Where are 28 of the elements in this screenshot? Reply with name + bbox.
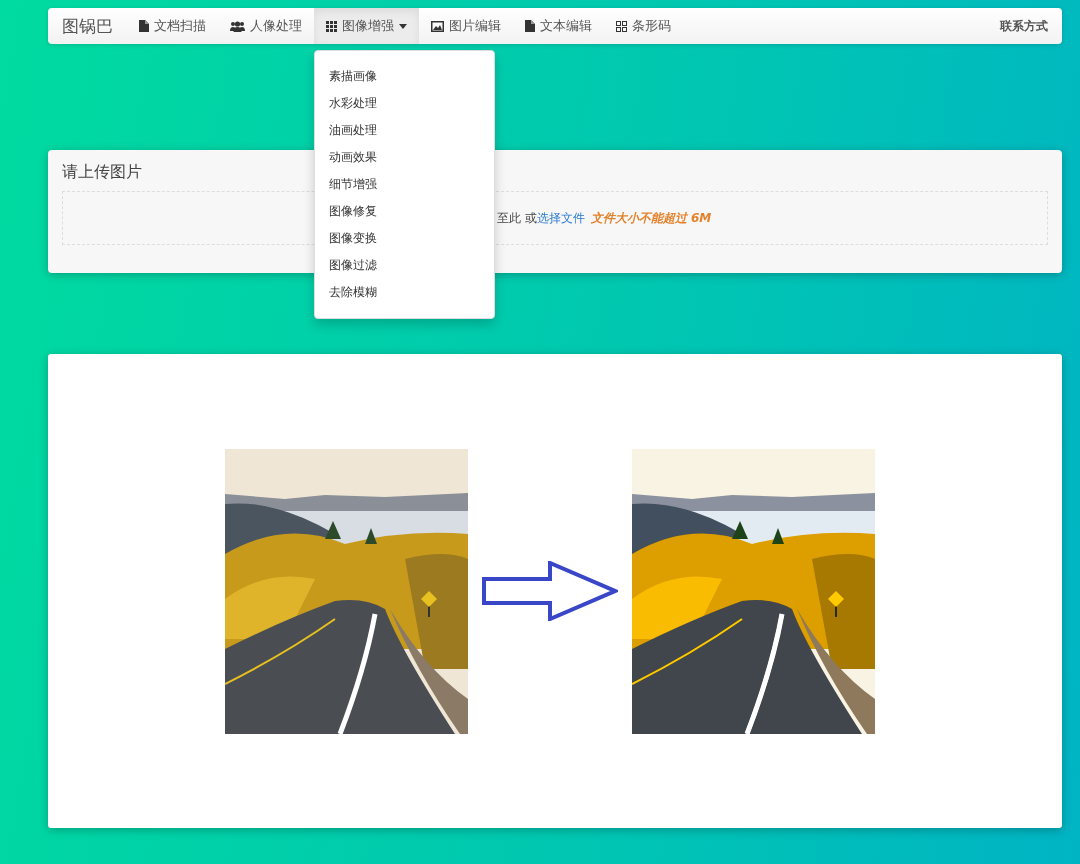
document-icon [139, 20, 149, 32]
contact-link[interactable]: 联系方式 [990, 8, 1048, 44]
drop-hint: 至此 或 [497, 209, 537, 227]
menu-item[interactable]: 图像过滤 [315, 252, 494, 279]
users-icon [230, 20, 245, 32]
menu-item[interactable]: 水彩处理 [315, 90, 494, 117]
nav-item[interactable]: 条形码 [604, 8, 683, 44]
barcode-icon [616, 20, 627, 32]
menu-item[interactable]: 素描画像 [315, 63, 494, 90]
document-icon [525, 20, 535, 32]
choose-file-link[interactable]: 选择文件 [536, 209, 585, 227]
menu-item[interactable]: 油画处理 [315, 117, 494, 144]
right-arrow-icon [482, 561, 618, 621]
size-warning: 文件大小不能超过 6M [590, 209, 712, 227]
nav-item[interactable]: 图片编辑 [419, 8, 513, 44]
nav-item[interactable]: 文档扫描 [127, 8, 218, 44]
menu-item[interactable]: 动画效果 [315, 144, 494, 171]
menu-item[interactable]: 去除模糊 [315, 279, 494, 306]
brand-logo[interactable]: 图锅巴 [62, 14, 113, 38]
panel-title: 请上传图片 [62, 162, 143, 183]
image-icon [431, 20, 444, 32]
menu-item[interactable]: 图像变换 [315, 225, 494, 252]
menu-item[interactable]: 图像修复 [315, 198, 494, 225]
grid-icon [326, 20, 337, 32]
nav-item[interactable]: 人像处理 [218, 8, 314, 44]
nav-item[interactable]: 文本编辑 [513, 8, 604, 44]
nav-item[interactable]: 图像增强 [314, 8, 419, 44]
menu-item[interactable]: 细节增强 [315, 171, 494, 198]
